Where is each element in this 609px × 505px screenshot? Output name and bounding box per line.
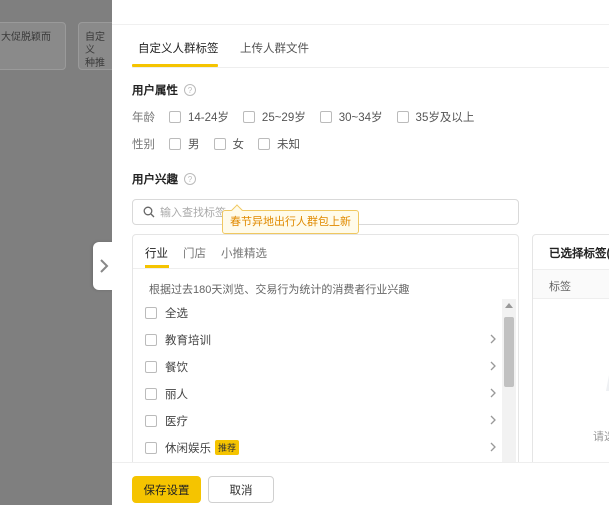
active-tab-indicator xyxy=(145,265,169,268)
checkbox[interactable] xyxy=(169,138,181,150)
search-icon xyxy=(143,206,155,218)
drawer-top-strip xyxy=(112,0,609,25)
gender-label: 性别 xyxy=(132,139,155,151)
gender-option[interactable]: 未知 xyxy=(258,136,300,152)
user-attributes-title: 用户属性 ? xyxy=(132,82,196,98)
active-tab-indicator xyxy=(132,64,218,67)
drawer-tabs: 自定义人群标签 上传人群文件 xyxy=(132,26,609,68)
tab-store[interactable]: 门店 xyxy=(183,245,206,261)
age-option[interactable]: 35岁及以上 xyxy=(396,109,474,125)
checkbox[interactable] xyxy=(145,441,157,454)
checkbox[interactable] xyxy=(319,111,332,123)
selected-tags-header: 标签 xyxy=(533,269,609,299)
selected-tags-title: 已选择标签( xyxy=(549,248,609,260)
recommended-badge: 推荐 xyxy=(215,440,240,455)
checkbox[interactable] xyxy=(258,138,270,150)
cancel-button[interactable]: 取消 xyxy=(208,476,274,503)
interest-panel-tabs: 行业 门店 小推精选 xyxy=(133,235,518,269)
save-settings-button[interactable]: 保存设置 xyxy=(132,476,201,503)
help-icon[interactable]: ? xyxy=(184,84,196,96)
audience-drawer: 自定义人群标签 上传人群文件 用户属性 ? 年龄 14-24岁 25~29岁 3… xyxy=(112,0,609,505)
selected-tags-panel: 已选择标签( 标签 请选 xyxy=(532,234,609,474)
list-item[interactable]: 休闲娱乐 推荐 xyxy=(145,434,501,461)
age-row: 年龄 14-24岁 25~29岁 30~34岁 35岁及以上 xyxy=(132,109,488,125)
tab-industry[interactable]: 行业 xyxy=(145,245,168,261)
tab-upload-audience[interactable]: 上传人群文件 xyxy=(240,40,309,56)
checkbox[interactable] xyxy=(169,111,181,123)
background-card-text: 自定义 xyxy=(85,32,105,56)
gender-option[interactable]: 女 xyxy=(213,136,244,152)
chevron-right-icon[interactable] xyxy=(489,441,497,453)
age-option[interactable]: 14-24岁 xyxy=(169,109,229,125)
age-option[interactable]: 30~34岁 xyxy=(319,109,383,125)
chevron-right-icon[interactable] xyxy=(489,333,497,345)
list-item[interactable]: 教育培训 xyxy=(145,326,501,353)
help-icon[interactable]: ? xyxy=(184,173,196,185)
chevron-right-icon xyxy=(100,259,109,273)
checkbox[interactable] xyxy=(145,306,157,319)
checkbox[interactable] xyxy=(242,111,255,123)
user-interest-label: 用户兴趣 xyxy=(132,174,178,186)
list-item[interactable]: 餐饮 xyxy=(145,353,501,380)
user-interest-title: 用户兴趣 ? xyxy=(132,171,196,187)
gender-option[interactable]: 男 xyxy=(169,136,200,152)
list-item-select-all[interactable]: 全选 xyxy=(145,299,501,326)
user-attributes-label: 用户属性 xyxy=(132,85,178,97)
new-audience-tooltip: 春节异地出行人群包上新 xyxy=(222,204,359,234)
tab-custom-audience[interactable]: 自定义人群标签 xyxy=(138,40,219,56)
drawer-footer: 保存设置 取消 xyxy=(112,462,609,505)
chevron-right-icon[interactable] xyxy=(489,387,497,399)
checkbox[interactable] xyxy=(145,414,157,427)
scroll-up-arrow-icon[interactable] xyxy=(505,303,513,308)
gender-row: 性别 男 女 未知 xyxy=(132,136,314,152)
list-item[interactable]: 丽人 xyxy=(145,380,501,407)
age-label: 年龄 xyxy=(132,112,155,124)
scrollbar[interactable] xyxy=(502,299,516,473)
search-placeholder: 输入查找标签 xyxy=(160,207,226,219)
empty-state-icon xyxy=(606,375,609,391)
background-card-text: 种推广 xyxy=(85,58,105,69)
list-item[interactable]: 医疗 xyxy=(145,407,501,434)
chevron-right-icon[interactable] xyxy=(489,360,497,372)
chevron-right-icon[interactable] xyxy=(489,414,497,426)
checkbox[interactable] xyxy=(145,333,157,346)
interest-panel: 行业 门店 小推精选 根据过去180天浏览、交易行为统计的消费者行业兴趣 全选 … xyxy=(132,234,519,474)
background-card: 大促脱颖而 xyxy=(0,22,66,70)
empty-state-text: 请选 xyxy=(593,431,609,443)
tooltip-text: 春节异地出行人群包上新 xyxy=(230,216,351,228)
interest-description: 根据过去180天浏览、交易行为统计的消费者行业兴趣 xyxy=(149,284,410,296)
checkbox[interactable] xyxy=(145,387,157,400)
tab-featured[interactable]: 小推精选 xyxy=(221,245,267,261)
scrollbar-thumb[interactable] xyxy=(504,317,514,387)
background-card-text: 大促脱颖而 xyxy=(1,32,51,43)
tag-column-header: 标签 xyxy=(549,281,571,293)
age-option[interactable]: 25~29岁 xyxy=(242,109,306,125)
checkbox[interactable] xyxy=(213,138,226,150)
checkbox[interactable] xyxy=(396,111,409,123)
checkbox[interactable] xyxy=(145,360,157,373)
